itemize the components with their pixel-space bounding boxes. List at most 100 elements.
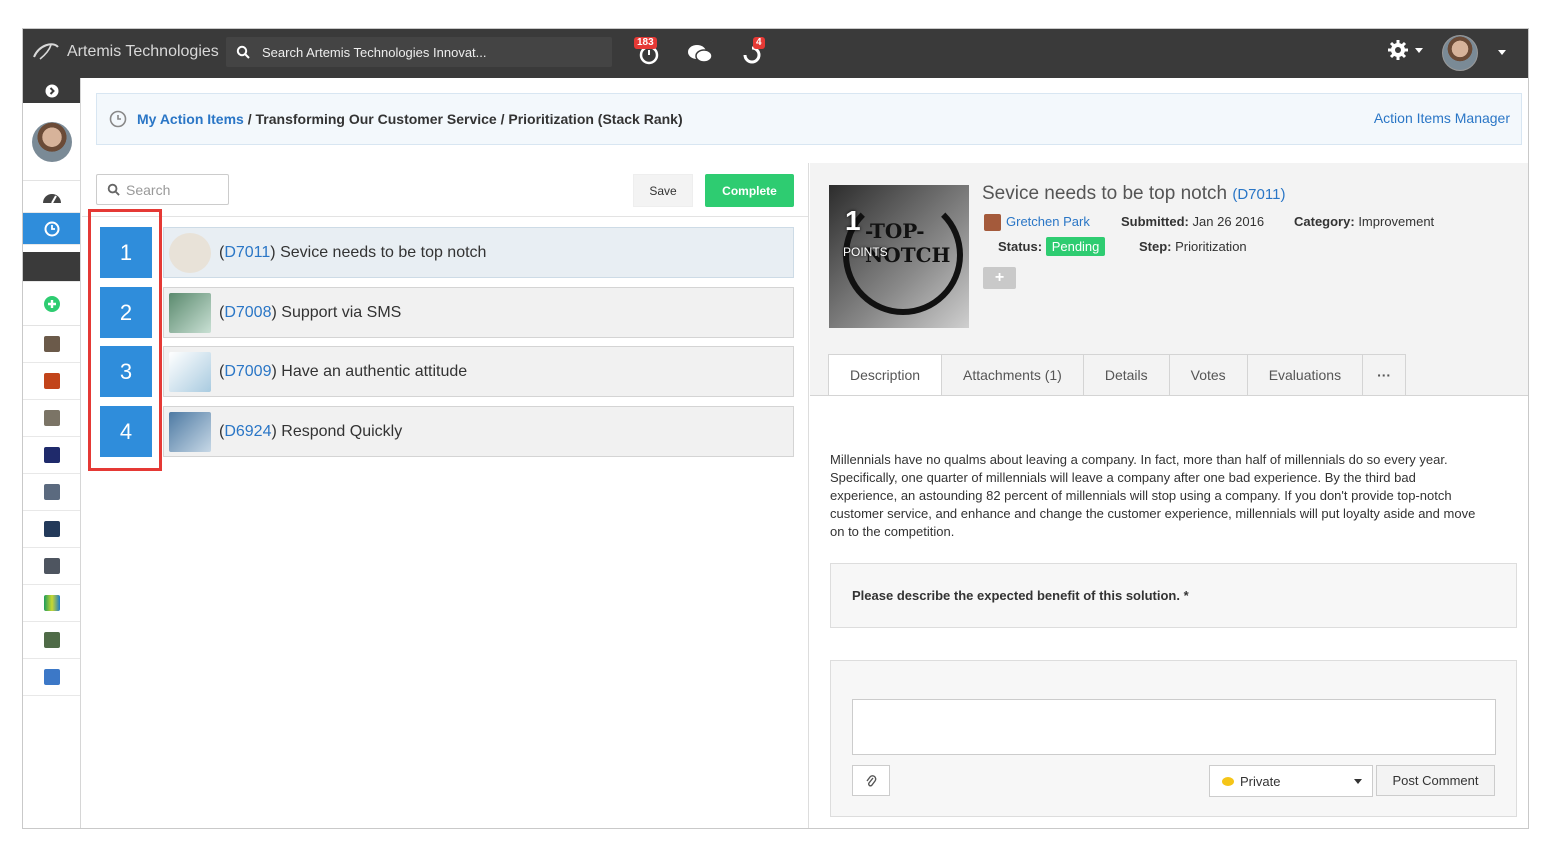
clock-icon bbox=[44, 221, 59, 236]
item-thumbnail bbox=[169, 411, 211, 452]
search-icon bbox=[107, 183, 120, 196]
notifications-button[interactable]: 183 bbox=[634, 37, 664, 69]
tab-attachments[interactable]: Attachments (1) bbox=[941, 354, 1084, 395]
comment-input[interactable] bbox=[852, 699, 1496, 755]
add-tag-button[interactable]: + bbox=[983, 267, 1016, 289]
item-title: Respond Quickly bbox=[281, 422, 403, 440]
challenge-thumbnail bbox=[43, 447, 60, 463]
dashboard-icon bbox=[42, 193, 61, 203]
item-code-link[interactable]: D7008 bbox=[224, 304, 271, 321]
author-link[interactable]: Gretchen Park bbox=[1006, 214, 1090, 229]
sidebar-add-button[interactable] bbox=[23, 282, 80, 326]
detail-tabs: Description Attachments (1) Details Vote… bbox=[828, 354, 1407, 395]
sidebar-challenge-1[interactable] bbox=[23, 326, 80, 363]
list-item[interactable]: (D7008) Support via SMS bbox=[163, 287, 794, 338]
sidebar-challenge-10[interactable] bbox=[23, 659, 80, 696]
idea-code-link[interactable]: D7011 bbox=[1237, 186, 1280, 203]
idea-image: -TOP- NOTCH 1 POINTS bbox=[829, 185, 969, 328]
action-items-manager-link[interactable]: Action Items Manager bbox=[1374, 110, 1510, 126]
app-name: Artemis Technologies bbox=[67, 43, 219, 60]
list-toolbar: Search Save Complete bbox=[82, 163, 808, 217]
alerts-button[interactable]: 4 bbox=[737, 37, 767, 69]
step-value: Prioritization bbox=[1175, 239, 1247, 254]
post-comment-button[interactable]: Post Comment bbox=[1376, 765, 1495, 796]
sidebar-challenge-5[interactable] bbox=[23, 474, 80, 511]
status-label: Status: bbox=[998, 239, 1043, 254]
global-search[interactable]: Search Artemis Technologies Innovat... bbox=[226, 37, 612, 67]
item-thumbnail bbox=[169, 351, 211, 392]
description-text: Millennials have no qualms about leaving… bbox=[830, 452, 1476, 539]
tab-more[interactable]: ··· bbox=[1362, 354, 1407, 395]
comment-box: Private Post Comment bbox=[830, 660, 1517, 817]
global-search-placeholder: Search Artemis Technologies Innovat... bbox=[262, 44, 487, 60]
idea-title-text: Sevice needs to be top notch bbox=[982, 183, 1228, 204]
status-badge: Pending bbox=[1045, 237, 1106, 256]
chat-icon bbox=[688, 45, 713, 63]
item-code-link[interactable]: D7011 bbox=[224, 244, 270, 261]
sidebar-challenge-8[interactable] bbox=[23, 585, 80, 622]
stack-rank-panel: Search Save Complete 1 (D7011) Sevice ne… bbox=[82, 163, 809, 828]
search-icon bbox=[236, 45, 250, 59]
list-search-placeholder: Search bbox=[126, 181, 171, 198]
logo-icon bbox=[33, 43, 59, 60]
settings-menu[interactable] bbox=[1387, 39, 1423, 61]
save-button[interactable]: Save bbox=[633, 174, 693, 207]
challenge-thumbnail bbox=[43, 632, 60, 648]
tab-description[interactable]: Description bbox=[828, 354, 943, 395]
item-thumbnail bbox=[169, 232, 211, 273]
list-item[interactable]: (D7011) Sevice needs to be top notch bbox=[163, 227, 794, 278]
sidebar-challenge-2[interactable] bbox=[23, 363, 80, 400]
privacy-select[interactable]: Private bbox=[1209, 765, 1373, 797]
challenge-thumbnail bbox=[43, 521, 60, 537]
notifications-badge: 183 bbox=[634, 37, 657, 49]
challenge-thumbnail bbox=[43, 410, 60, 426]
sidebar-item-dashboard[interactable] bbox=[23, 181, 80, 213]
item-code-link[interactable]: D7009 bbox=[224, 363, 271, 380]
author-avatar bbox=[984, 214, 1001, 231]
item-title: Sevice needs to be top notch bbox=[280, 243, 487, 261]
sidebar-challenge-9[interactable] bbox=[23, 622, 80, 659]
attach-button[interactable] bbox=[852, 765, 890, 796]
user-menu-chevron-icon[interactable] bbox=[1498, 50, 1506, 55]
list-item[interactable]: (D6924) Respond Quickly bbox=[163, 406, 794, 457]
chat-bubble-icon bbox=[1222, 776, 1234, 786]
app-logo[interactable]: Artemis Technologies bbox=[31, 39, 219, 65]
tab-votes[interactable]: Votes bbox=[1168, 354, 1248, 395]
rank-number: 4 bbox=[100, 406, 152, 457]
sidebar-challenge-7[interactable] bbox=[23, 548, 80, 585]
list-search-input[interactable]: Search bbox=[96, 174, 229, 205]
left-sidebar bbox=[23, 78, 81, 828]
submitted-info: Submitted: Jan 26 2016 bbox=[1121, 214, 1264, 229]
idea-title: Sevice needs to be top notch (D7011) bbox=[982, 183, 1286, 204]
step-info: Step: Prioritization bbox=[1139, 239, 1247, 254]
rank-number: 2 bbox=[100, 287, 152, 338]
sidebar-item-action-items[interactable] bbox=[23, 213, 80, 245]
tab-details[interactable]: Details bbox=[1082, 354, 1170, 395]
chevron-down-icon bbox=[1415, 47, 1423, 53]
challenge-thumbnail bbox=[43, 373, 60, 389]
item-code-link[interactable]: D6924 bbox=[224, 423, 271, 440]
breadcrumb-link-my-action-items[interactable]: My Action Items bbox=[137, 111, 244, 127]
idea-detail-panel: -TOP- NOTCH 1 POINTS Sevice needs to be t… bbox=[810, 163, 1528, 828]
messages-button[interactable] bbox=[685, 39, 715, 69]
user-avatar[interactable] bbox=[1442, 35, 1478, 71]
list-item[interactable]: (D7009) Have an authentic attitude bbox=[163, 346, 794, 397]
challenge-thumbnail bbox=[43, 595, 60, 611]
sidebar-toggle[interactable] bbox=[23, 78, 80, 103]
description-pane: Millennials have no qualms about leaving… bbox=[810, 396, 1528, 828]
challenge-thumbnail bbox=[43, 336, 60, 352]
breadcrumb-path: / Transforming Our Customer Service / Pr… bbox=[247, 111, 683, 127]
tab-evaluations[interactable]: Evaluations bbox=[1246, 354, 1364, 395]
top-navbar: Artemis Technologies Search Artemis Tech… bbox=[23, 29, 1528, 78]
category-value: Improvement bbox=[1358, 214, 1435, 229]
alerts-badge: 4 bbox=[753, 37, 765, 49]
sidebar-avatar[interactable] bbox=[23, 103, 80, 181]
sidebar-section-divider bbox=[23, 252, 80, 282]
sidebar-challenge-6[interactable] bbox=[23, 511, 80, 548]
complete-button[interactable]: Complete bbox=[705, 174, 794, 207]
app-window: Artemis Technologies Search Artemis Tech… bbox=[22, 28, 1529, 829]
sidebar-challenge-4[interactable] bbox=[23, 437, 80, 474]
sidebar-challenge-3[interactable] bbox=[23, 400, 80, 437]
plus-circle-icon bbox=[43, 295, 60, 312]
